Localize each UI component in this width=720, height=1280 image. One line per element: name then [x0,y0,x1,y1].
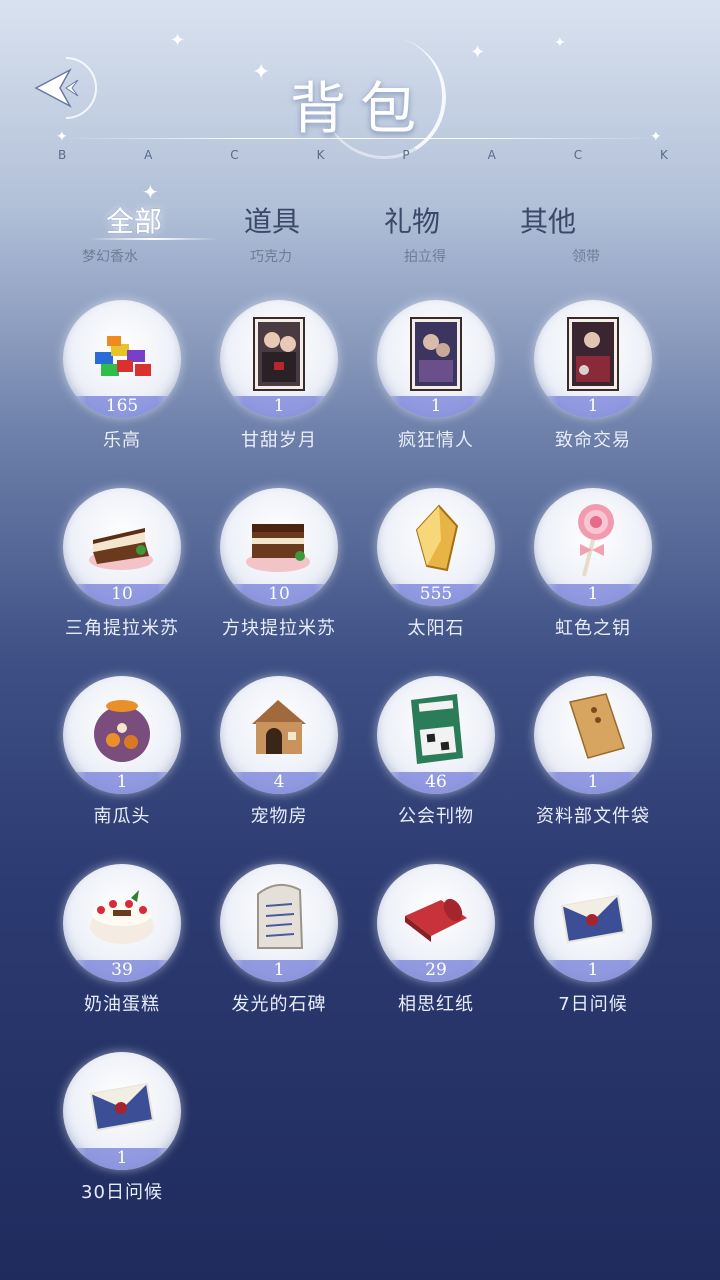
item-count: 1 [587,396,599,416]
item-cell[interactable]: 1 虹色之钥 [529,488,659,648]
item-count: 39 [111,960,133,980]
item-name: 方块提拉米苏 [222,618,336,639]
item-count: 1 [116,772,128,792]
faded-item-name: 领带 [572,249,600,265]
pumpkin-jar-icon [94,700,150,762]
item-name: 南瓜头 [93,806,151,827]
item-name: 疯狂情人 [398,430,474,451]
stone-tablet-icon [257,883,304,949]
item-count: 29 [425,960,447,980]
sparkle-icon: ✦ [470,42,486,63]
item-disc: 1 [534,676,652,794]
item-disc: 1 [220,864,338,982]
item-cell[interactable]: 1 疯狂情人 [372,300,502,460]
item-disc: 29 [377,864,495,982]
item-disc: 555 [377,488,495,606]
greeting-letter-icon [560,894,626,944]
item-name: 太阳石 [407,618,465,639]
page-subtitle: B A C K P A C K [58,148,668,162]
item-name: 7日问候 [558,994,628,1015]
item-disc: 165 [63,300,181,418]
item-disc: 4 [220,676,338,794]
item-cell[interactable]: 555 太阳石 [372,488,502,648]
envelope-folder-icon [569,693,625,759]
active-tab-underline [88,238,218,240]
photo-card-icon [410,317,462,391]
item-disc: 1 [534,300,652,418]
item-cell[interactable]: 1 南瓜头 [58,676,188,836]
page-title: 背包 [290,77,430,142]
tab-other[interactable]: 其他 [488,200,608,240]
item-name: 甘甜岁月 [241,430,317,451]
item-cell[interactable]: 1 致命交易 [529,300,659,460]
sparkle-icon: ✦ [554,35,566,51]
tiramisu-slice-icon [89,528,153,570]
faded-item-name: 巧克力 [250,249,292,265]
photo-card-icon [567,317,619,391]
item-disc: 10 [220,488,338,606]
item-count: 1 [273,396,285,416]
item-disc: 1 [63,676,181,794]
faded-item-name: 梦幻香水 [82,249,138,265]
tab-gifts[interactable]: 礼物 [352,200,472,240]
item-cell[interactable]: 10 三角提拉米苏 [58,488,188,648]
item-count: 555 [419,584,453,604]
red-paper-scroll-icon [405,898,467,942]
item-disc: 1 [534,488,652,606]
item-cell[interactable]: 1 30日问候 [58,1052,188,1212]
item-name: 三角提拉米苏 [65,618,179,639]
item-name: 乐高 [103,430,141,451]
item-cell[interactable]: 46 公会刊物 [372,676,502,836]
faded-item-name: 拍立得 [404,249,446,265]
item-count: 1 [430,396,442,416]
item-count: 1 [587,772,599,792]
item-name: 发光的石碑 [231,994,327,1015]
item-name: 30日问候 [81,1182,163,1203]
item-disc: 46 [377,676,495,794]
sun-stone-icon [415,504,459,572]
item-disc: 10 [63,488,181,606]
item-cell[interactable]: 4 宠物房 [215,676,345,836]
item-disc: 1 [63,1052,181,1170]
item-count: 165 [105,396,139,416]
sparkle-icon: ✦ [170,30,186,51]
photo-card-icon [253,317,305,391]
greeting-letter-icon [89,1082,155,1132]
tiramisu-block-icon [246,524,310,572]
item-count: 1 [273,960,285,980]
lego-bricks-icon [95,336,151,376]
item-name: 公会刊物 [398,806,474,827]
item-cell[interactable]: 1 发光的石碑 [215,864,345,1024]
doghouse-icon [252,700,306,754]
tab-all[interactable]: 全部 [74,200,194,240]
item-disc: 39 [63,864,181,982]
item-disc: 1 [534,864,652,982]
item-name: 虹色之钥 [555,618,631,639]
item-name: 相思红纸 [398,994,474,1015]
item-name: 致命交易 [555,430,631,451]
cream-cake-icon [90,890,154,944]
item-cell[interactable]: 39 奶油蛋糕 [58,864,188,1024]
item-cell[interactable]: 1 资料部文件袋 [529,676,659,836]
item-count: 1 [587,960,599,980]
item-count: 10 [111,584,133,604]
item-name: 资料部文件袋 [536,806,650,827]
item-cell[interactable]: 1 7日问候 [529,864,659,1024]
item-count: 46 [425,772,447,792]
item-count: 4 [273,772,285,792]
item-disc: 1 [377,300,495,418]
item-cell[interactable]: 10 方块提拉米苏 [215,488,345,648]
item-name: 奶油蛋糕 [84,994,160,1015]
magazine-icon [411,694,463,764]
item-count: 1 [587,584,599,604]
item-count: 10 [268,584,290,604]
item-disc: 1 [220,300,338,418]
item-cell[interactable]: 29 相思红纸 [372,864,502,1024]
item-cell[interactable]: 1 甘甜岁月 [215,300,345,460]
item-count: 1 [116,1148,128,1168]
tab-props[interactable]: 道具 [212,200,332,240]
lollipop-key-icon [578,504,614,577]
item-cell[interactable]: 165 乐高 [58,300,188,460]
item-name: 宠物房 [250,806,308,827]
